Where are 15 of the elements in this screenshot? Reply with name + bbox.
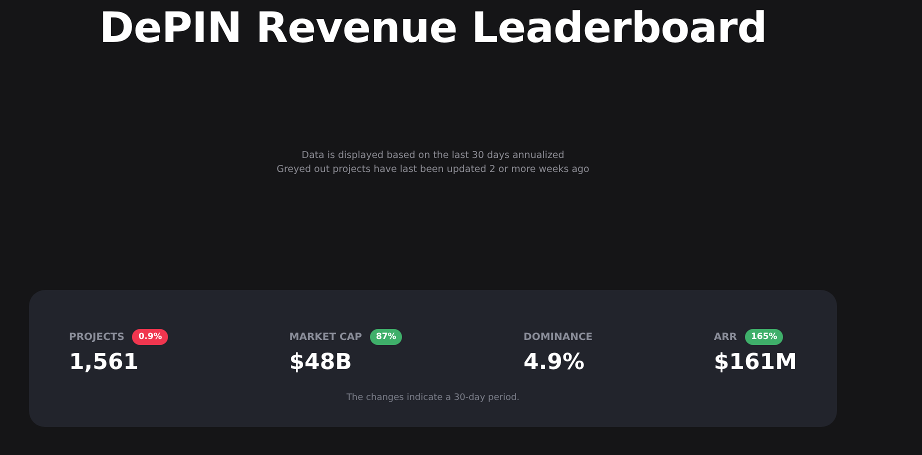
change-badge: 0.9% [132,329,168,345]
footnote: The changes indicate a 30-day period. [345,393,521,403]
stat-value: $48B [289,350,353,375]
change-badge: 165% [745,329,784,345]
stat-label: MARKET CAP [289,332,362,342]
info-note: Data is displayed based on the last 30 days annualized [302,150,564,162]
stat-value: 1,561 [69,350,140,375]
page-title: DePIN Revenue Leaderboard [99,2,767,54]
stat-label: ARR [714,332,737,342]
stat-label: PROJECTS [69,332,124,342]
change-badge: 87% [370,329,402,345]
stat-value: $161M [714,350,797,375]
stat-value: 4.9% [524,350,586,375]
stat-label: DOMINANCE [524,332,593,342]
info-note: Greyed out projects have last been updated 2 or more weeks ago [276,164,590,176]
